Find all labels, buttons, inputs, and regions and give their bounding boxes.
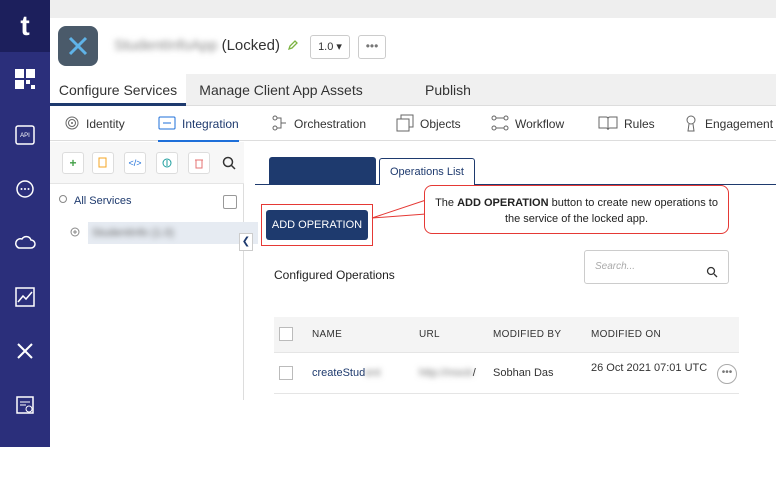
nav-rules-label: Rules <box>624 117 655 131</box>
workflow-icon <box>491 115 509 134</box>
collapse-panel-chevron-icon[interactable]: ❮ <box>239 233 253 251</box>
left-rail: t API <box>0 0 50 447</box>
import-icon[interactable] <box>156 152 178 174</box>
search-magnifier-icon[interactable] <box>706 260 718 292</box>
locked-label: (Locked) <box>221 37 280 54</box>
all-services-item[interactable]: All Services <box>58 194 131 207</box>
nav-identity[interactable]: Identity <box>64 107 125 141</box>
app-more-button[interactable]: ••• <box>358 35 386 59</box>
app-window: t API StudentInfoApp (Locked) 1.0 ▾ ••• … <box>0 0 776 501</box>
nav-workflow-label: Workflow <box>515 117 565 131</box>
code-icon[interactable]: </> <box>124 152 146 174</box>
operation-url-blurred: http://mock <box>419 367 473 379</box>
objects-icon <box>396 114 414 135</box>
all-services-label: All Services <box>74 194 132 207</box>
callout-note: The ADD OPERATION button to create new o… <box>424 185 729 234</box>
services-tree-panel: + </> All Services <box>50 142 244 400</box>
version-dropdown[interactable]: 1.0 ▾ <box>310 35 350 59</box>
nav-engagement-label: Engagement <box>705 117 774 131</box>
col-modified-on[interactable]: MODIFIED ON <box>591 329 661 340</box>
app-name: StudentInfoApp <box>114 37 218 54</box>
nav-rules[interactable]: Rules <box>598 107 655 141</box>
svg-text:API: API <box>20 133 30 139</box>
nav-objects[interactable]: Objects <box>396 107 461 141</box>
tab-publish[interactable]: Publish <box>376 74 520 106</box>
service-row[interactable]: StudentInfo (1.0) <box>70 222 288 244</box>
dashboard-icon[interactable] <box>8 62 42 96</box>
table-row[interactable]: createStudent http://mock/ Sobhan Das 26… <box>274 354 739 394</box>
app-icon <box>58 26 98 66</box>
tab-configure-services[interactable]: Configure Services <box>50 74 186 106</box>
tree-toolbar: + </> <box>50 142 244 184</box>
app-title: StudentInfoApp (Locked) <box>114 37 280 54</box>
configured-operations-heading: Configured Operations <box>274 268 395 282</box>
col-url[interactable]: URL <box>419 329 440 340</box>
tab-operations-list[interactable]: Operations List <box>379 158 475 185</box>
nav-objects-label: Objects <box>420 117 461 131</box>
expand-plus-icon[interactable] <box>70 227 80 240</box>
nav-orchestration[interactable]: Orchestration <box>272 107 366 141</box>
search-icon[interactable] <box>218 152 240 174</box>
engagement-icon <box>683 114 699 135</box>
col-name[interactable]: NAME <box>312 329 342 340</box>
chat-icon[interactable] <box>8 172 42 206</box>
services-filter-icon[interactable] <box>223 195 237 209</box>
primary-tabs: Configure Services Manage Client App Ass… <box>50 74 776 106</box>
copy-icon[interactable] <box>92 152 114 174</box>
tools-icon[interactable] <box>8 334 42 368</box>
operation-name: createStud <box>312 367 366 379</box>
integration-icon <box>158 115 176 134</box>
edit-pencil-icon[interactable] <box>287 38 299 56</box>
nav-identity-label: Identity <box>86 117 125 131</box>
rules-book-icon <box>598 115 618 134</box>
nav-integration-label: Integration <box>182 117 239 131</box>
nav-engagement[interactable]: Engagement <box>683 107 773 141</box>
callout-pointer <box>371 199 427 219</box>
api-icon[interactable]: API <box>8 118 42 152</box>
operation-url: http://mock/ <box>419 367 476 379</box>
service-name: StudentInfo (1.0) <box>92 227 174 239</box>
nav-integration[interactable]: Integration <box>158 107 239 142</box>
search-placeholder: Search... <box>595 261 636 272</box>
add-icon[interactable]: + <box>62 152 84 174</box>
callout-prefix: The <box>435 197 458 209</box>
tab-service-definition[interactable] <box>269 157 376 185</box>
content-tabs: Operations List <box>255 157 776 185</box>
row-more-button[interactable]: ••• <box>717 364 737 384</box>
operation-url-tail: / <box>472 367 476 379</box>
select-all-checkbox[interactable] <box>279 327 293 341</box>
orchestration-icon <box>272 115 288 134</box>
cloud-icon[interactable] <box>8 226 42 260</box>
col-modified-by[interactable]: MODIFIED BY <box>493 329 561 340</box>
operations-table-header: NAME URL MODIFIED BY MODIFIED ON <box>274 317 739 353</box>
brand-logo[interactable]: t <box>0 0 50 52</box>
add-operation-button[interactable]: ADD OPERATION <box>266 210 368 240</box>
fingerprint-icon <box>64 115 80 134</box>
nav-workflow[interactable]: Workflow <box>491 107 564 141</box>
settings-doc-icon[interactable] <box>8 388 42 422</box>
row-checkbox[interactable] <box>279 366 293 380</box>
operation-modified-by: Sobhan Das <box>493 367 554 379</box>
operation-name-blurred: ent <box>365 367 381 379</box>
operation-name-link[interactable]: createStudent <box>312 367 381 379</box>
services-gear-icon <box>58 194 68 207</box>
operations-search-input[interactable]: Search... <box>584 250 729 284</box>
top-strip <box>50 0 776 18</box>
service-nav: Identity Integration Orchestration Objec… <box>50 107 776 142</box>
tab-manage-client-app-assets[interactable]: Manage Client App Assets <box>186 74 376 106</box>
operation-modified-on: 26 Oct 2021 07:01 UTC <box>591 362 708 374</box>
callout-bold: ADD OPERATION <box>457 197 549 209</box>
service-item-highlight: StudentInfo (1.0) <box>88 222 258 244</box>
nav-orchestration-label: Orchestration <box>294 117 367 131</box>
delete-icon[interactable] <box>188 152 210 174</box>
analytics-icon[interactable] <box>8 280 42 314</box>
